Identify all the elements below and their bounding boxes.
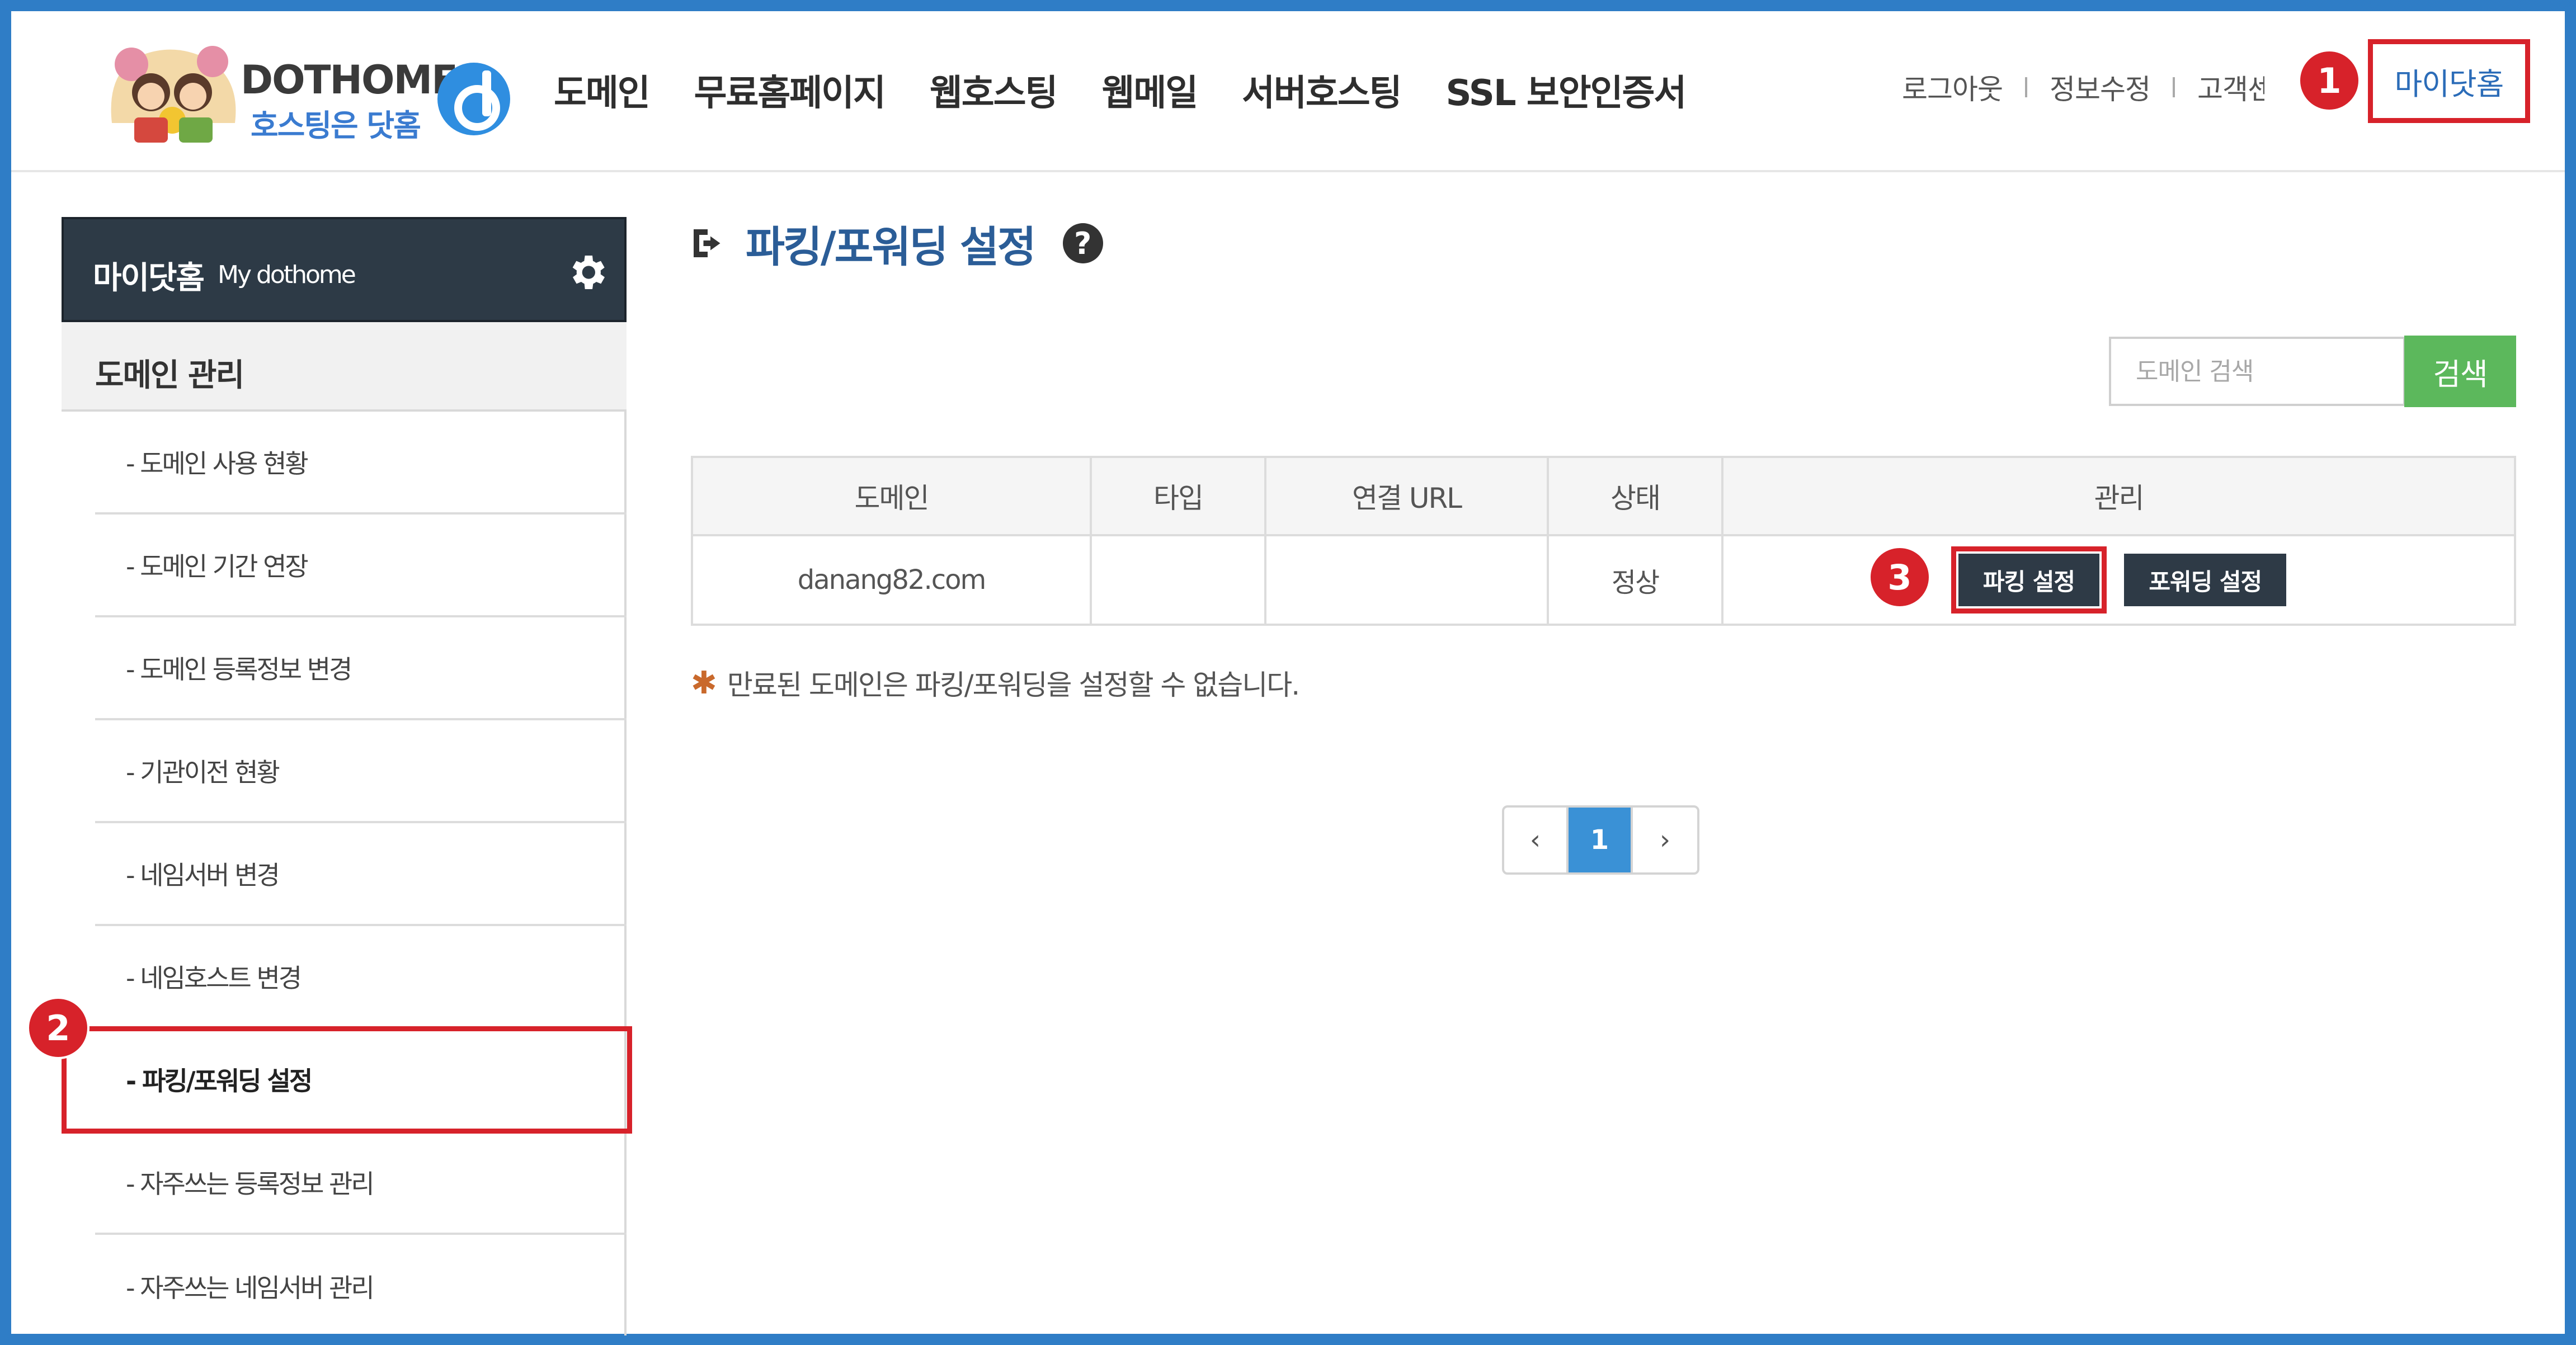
global-nav: 도메인 무료홈페이지 웹호스팅 웹메일 서버호스팅 SSL 보안인증서	[554, 64, 1730, 116]
sidebar-item-domain-renew[interactable]: - 도메인 기간 연장	[95, 515, 627, 617]
pagination: ‹ 1 ›	[1502, 805, 1699, 875]
cell-manage: 파킹 설정 포워딩 설정	[1721, 534, 2516, 626]
cell-domain: danang82.com	[691, 534, 1092, 626]
sidebar: 마이닷홈 My dothome 도메인 관리 - 도메인 사용 현황 - 도메인…	[62, 217, 627, 1335]
sidebar-item-saved-nameserver[interactable]: - 자주쓰는 네임서버 관리	[95, 1235, 627, 1338]
help-icon[interactable]: ?	[1062, 223, 1103, 263]
highlight-box-sidebar	[62, 1026, 632, 1134]
logo-text-en: DOTHOME	[241, 57, 458, 103]
cell-url	[1264, 534, 1549, 626]
cell-type	[1090, 534, 1266, 626]
nav-domain[interactable]: 도메인	[554, 64, 651, 116]
nav-webmail[interactable]: 웹메일	[1101, 64, 1198, 116]
domain-search-input[interactable]	[2109, 337, 2405, 406]
notice: ✱ 만료된 도메인은 파킹/포워딩을 설정할 수 없습니다.	[691, 663, 1300, 703]
step-badge-1: 1	[2298, 49, 2361, 112]
search-button[interactable]: 검색	[2404, 336, 2516, 407]
logo-d-icon	[437, 63, 510, 135]
util-divider	[2173, 77, 2175, 97]
sidebar-title: 마이닷홈	[93, 260, 205, 296]
sidebar-item-transfer-status[interactable]: - 기관이전 현황	[95, 720, 627, 823]
next-page-button[interactable]: ›	[1633, 808, 1697, 872]
step-badge-2: 2	[27, 997, 90, 1059]
logo-text-ko: 호스팅은 닷홈	[251, 108, 421, 143]
col-header-url: 연결 URL	[1264, 456, 1549, 536]
nav-ssl[interactable]: SSL 보안인증서	[1446, 64, 1687, 116]
col-header-status: 상태	[1547, 456, 1723, 536]
nav-server-hosting[interactable]: 서버호스팅	[1242, 64, 1402, 116]
dothome-logo[interactable]: DOTHOME 호스팅은 닷홈	[101, 34, 515, 151]
col-header-domain: 도메인	[691, 456, 1092, 536]
asterisk-icon: ✱	[691, 664, 717, 701]
customer-center-link[interactable]: 고객센	[2197, 67, 2264, 107]
nav-free-homepage[interactable]: 무료홈페이지	[694, 64, 886, 116]
cell-status: 정상	[1547, 534, 1723, 626]
sidebar-item-nameserver[interactable]: - 네임서버 변경	[95, 823, 627, 926]
util-menu: 로그아웃 정보수정 고객센	[1902, 67, 2264, 107]
gear-icon[interactable]	[564, 250, 609, 295]
sign-out-icon	[694, 229, 720, 257]
sidebar-header: 마이닷홈 My dothome	[62, 217, 627, 322]
edit-profile-link[interactable]: 정보수정	[2050, 67, 2151, 107]
step-badge-3: 3	[1868, 546, 1931, 608]
sidebar-item-namehost[interactable]: - 네임호스트 변경	[95, 926, 627, 1029]
page-title-text: 파킹/포워딩 설정	[746, 222, 1037, 272]
sidebar-menu: - 도메인 사용 현황 - 도메인 기간 연장 - 도메인 등록정보 변경 - …	[95, 412, 627, 1338]
highlight-box-parking: 파킹 설정	[1951, 546, 2107, 613]
sidebar-item-domain-registration[interactable]: - 도메인 등록정보 변경	[95, 617, 627, 720]
parking-setting-button[interactable]: 파킹 설정	[1958, 554, 2100, 606]
logo-characters-icon	[111, 46, 236, 143]
sidebar-item-domain-usage[interactable]: - 도메인 사용 현황	[95, 412, 627, 515]
table-header-row: 도메인 타입 연결 URL 상태 관리	[691, 456, 2516, 536]
col-header-manage: 관리	[1721, 456, 2516, 536]
page-title: 파킹/포워딩 설정 ?	[691, 213, 1103, 274]
util-divider	[2025, 77, 2027, 97]
sidebar-subtitle: My dothome	[218, 261, 356, 289]
col-header-type: 타입	[1090, 456, 1266, 536]
my-dothome-link[interactable]: 마이닷홈	[2368, 39, 2530, 123]
notice-text: 만료된 도메인은 파킹/포워딩을 설정할 수 없습니다.	[727, 669, 1300, 701]
sidebar-section-label: 도메인 관리	[95, 357, 244, 394]
sidebar-section-domain[interactable]: 도메인 관리	[62, 322, 627, 412]
table-row: danang82.com 정상 파킹 설정 포워딩 설정	[691, 534, 2516, 626]
nav-web-hosting[interactable]: 웹호스팅	[930, 64, 1058, 116]
page-1-button[interactable]: 1	[1569, 808, 1633, 872]
domain-table: 도메인 타입 연결 URL 상태 관리 danang82.com 정상 파킹 설…	[691, 456, 2516, 626]
prev-page-button[interactable]: ‹	[1504, 808, 1569, 872]
my-dothome-label: 마이닷홈	[2394, 66, 2504, 102]
sidebar-item-saved-registration[interactable]: - 자주쓰는 등록정보 관리	[95, 1132, 627, 1235]
forwarding-setting-button[interactable]: 포워딩 설정	[2124, 554, 2287, 606]
logout-link[interactable]: 로그아웃	[1902, 67, 2003, 107]
top-header: DOTHOME 호스팅은 닷홈 도메인 무료홈페이지 웹호스팅 웹메일 서버호스…	[11, 11, 2565, 172]
